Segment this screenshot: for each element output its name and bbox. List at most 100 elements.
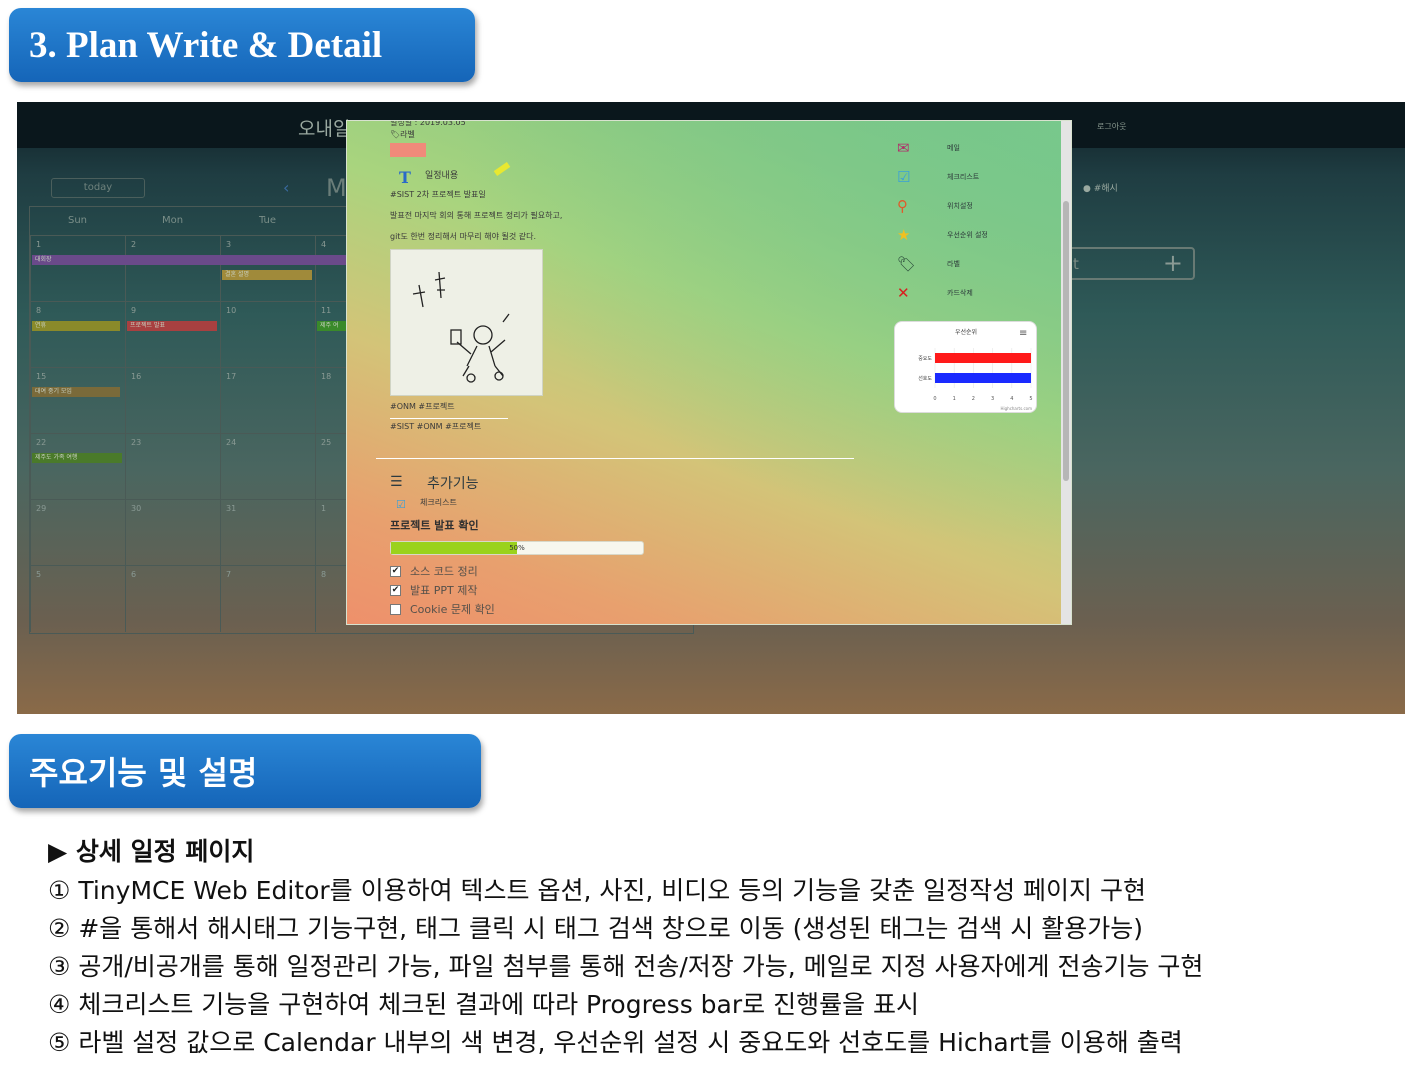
menu-delete[interactable]: ✕ 카드삭제 [897, 284, 1047, 306]
calendar-day[interactable]: 22 [30, 434, 125, 500]
weekday-label: Tue [258, 215, 277, 226]
hashtags[interactable]: #SIST #ONM #프로젝트 [390, 421, 481, 432]
app-screenshot: 오내일 로그아웃 today ‹ M ● #해시 t + Sun Mon Tue… [17, 102, 1405, 714]
day-number: 29 [36, 504, 47, 513]
menu-mail[interactable]: ✉ 메일 [897, 139, 1047, 161]
text-icon: T [399, 168, 411, 187]
day-number: 10 [226, 306, 237, 315]
chart-title: 우선순위 [955, 328, 977, 336]
day-number: 7 [226, 570, 232, 579]
calendar-day[interactable]: 30 [125, 500, 220, 566]
menu-label[interactable]: 🏷 라벨 [897, 255, 1047, 277]
calendar-event[interactable]: 대여 중기 모임 [32, 387, 120, 397]
day-number: 5 [36, 570, 42, 579]
chart-bar [935, 373, 1031, 383]
checklist-item[interactable]: ✔ 소스 코드 정리 [390, 564, 478, 578]
calendar-day[interactable]: 8 [30, 302, 125, 368]
priority-chart-svg: 우선순위 ≡ 0 1 2 3 4 5 중요도선호도 Highcharts.com [918, 328, 1033, 411]
day-number: 2 [131, 240, 137, 249]
day-number: 15 [36, 372, 47, 381]
feature-description: ▶ 상세 일정 페이지 ① TinyMCE Web Editor를 이용하여 텍… [48, 832, 1408, 1062]
divider [390, 418, 508, 419]
checkbox[interactable]: ✔ [390, 565, 401, 577]
calendar-event[interactable]: 프로젝트 발표 [127, 321, 217, 331]
content-line: git도 한번 정리해서 마무리 해야 될것 같다. [390, 232, 536, 241]
description-item: ⑤ 라벨 설정 값으로 Calendar 내부의 색 변경, 우선순위 설정 시… [48, 1028, 1183, 1057]
progress-text: 50% [509, 544, 525, 552]
calendar-day[interactable]: 1 [30, 236, 125, 302]
day-number: 25 [321, 438, 332, 447]
day-number: 18 [321, 372, 332, 381]
day-number: 4 [321, 240, 327, 249]
label-color-chip[interactable] [390, 143, 426, 157]
month-title: M [326, 174, 347, 202]
calendar-day[interactable]: 7 [220, 566, 315, 632]
checklist-item[interactable]: ✔ 발표 PPT 제작 [390, 583, 477, 597]
delete-icon: ✕ [897, 284, 910, 302]
menu-label: 위치설정 [947, 202, 973, 210]
content-line: 발표전 마지막 회의 통해 프로젝트 정리가 필요하고, [390, 211, 563, 220]
chart-tick-label: 0 [933, 396, 936, 402]
chart-bar [935, 353, 1031, 363]
mail-icon: ✉ [897, 139, 910, 157]
priority-chart: 우선순위 ≡ 0 1 2 3 4 5 중요도 선호도 Highcharts.com [894, 321, 1037, 413]
logout-link[interactable]: 로그아웃 [1097, 121, 1126, 132]
calendar-day[interactable]: 23 [125, 434, 220, 500]
day-number: 9 [131, 306, 137, 315]
calendar-day[interactable]: 2 [125, 236, 220, 302]
checklist-icon: ☑ [396, 498, 406, 511]
chart-tick-label: 5 [1029, 396, 1032, 402]
plus-icon[interactable]: + [1163, 249, 1183, 277]
chart-credit: Highcharts.com [1001, 406, 1033, 411]
section-header-text: 3. Plan Write & Detail [29, 24, 383, 66]
calendar-day[interactable]: 3 [220, 236, 315, 302]
day-number: 1 [36, 240, 42, 249]
day-number: 31 [226, 504, 237, 513]
checklist-item[interactable]: Cookie 문제 확인 [390, 602, 495, 616]
menu-location[interactable]: ⚲ 위치설정 [897, 197, 1047, 219]
today-button[interactable]: today [51, 178, 145, 198]
day-number: 3 [226, 240, 232, 249]
calendar-day[interactable]: 10 [220, 302, 315, 368]
calendar-day[interactable]: 29 [30, 500, 125, 566]
section-header-text: 주요기능 및 설명 [29, 754, 258, 792]
calendar-event[interactable]: 제주도 가족 여행 [32, 453, 122, 463]
calendar-day[interactable]: 6 [125, 566, 220, 632]
day-number: 8 [36, 306, 42, 315]
calendar-event[interactable]: 연휴 [32, 321, 120, 331]
app-brand[interactable]: 오내일 [298, 114, 350, 141]
day-number: 16 [131, 372, 142, 381]
content-line: #SIST 2차 프로젝트 발표일 [390, 190, 486, 199]
chart-category-label: 중요도 [918, 356, 932, 362]
menu-priority[interactable]: ★ 우선순위 설정 [897, 226, 1047, 248]
prev-month-icon[interactable]: ‹ [283, 178, 289, 197]
calendar-event[interactable]: 결혼 설명 [222, 270, 312, 280]
hashtags[interactable]: #ONM #프로젝트 [390, 401, 455, 412]
menu-label: 체크리스트 [947, 173, 980, 181]
extra-features-title: 추가기능 [427, 476, 479, 492]
hashtag-filter[interactable]: ● #해시 [1083, 181, 1118, 194]
checkbox[interactable]: ✔ [390, 584, 401, 596]
chart-menu-icon: ≡ [1019, 328, 1027, 339]
add-schedule-box[interactable]: t + [1067, 247, 1195, 280]
menu-checklist[interactable]: ☑ 체크리스트 [897, 168, 1047, 190]
scrollbar-thumb[interactable] [1063, 201, 1069, 481]
checkbox[interactable] [390, 603, 401, 615]
day-number: 22 [36, 438, 47, 447]
weekday-label: Mon [161, 215, 184, 226]
chart-tick-label: 4 [1010, 396, 1013, 402]
content-heading: 일정내용 [425, 171, 459, 181]
calendar-event[interactable]: 대회장 [32, 255, 362, 265]
calendar-day[interactable]: 16 [125, 368, 220, 434]
checklist-label: 체크리스트 [420, 498, 457, 507]
day-number: 17 [226, 372, 237, 381]
calendar-day[interactable]: 24 [220, 434, 315, 500]
section-header-features: 주요기능 및 설명 [9, 734, 481, 808]
description-item: ③ 공개/비공개를 통해 일정관리 가능, 파일 첨부를 통해 전송/저장 가능… [48, 952, 1204, 981]
calendar-day[interactable]: 17 [220, 368, 315, 434]
calendar-day[interactable]: 9 [125, 302, 220, 368]
calendar-day[interactable]: 31 [220, 500, 315, 566]
calendar-day[interactable]: 15 [30, 368, 125, 434]
calendar-day[interactable]: 5 [30, 566, 125, 632]
modal-scrollbar[interactable] [1061, 121, 1071, 624]
